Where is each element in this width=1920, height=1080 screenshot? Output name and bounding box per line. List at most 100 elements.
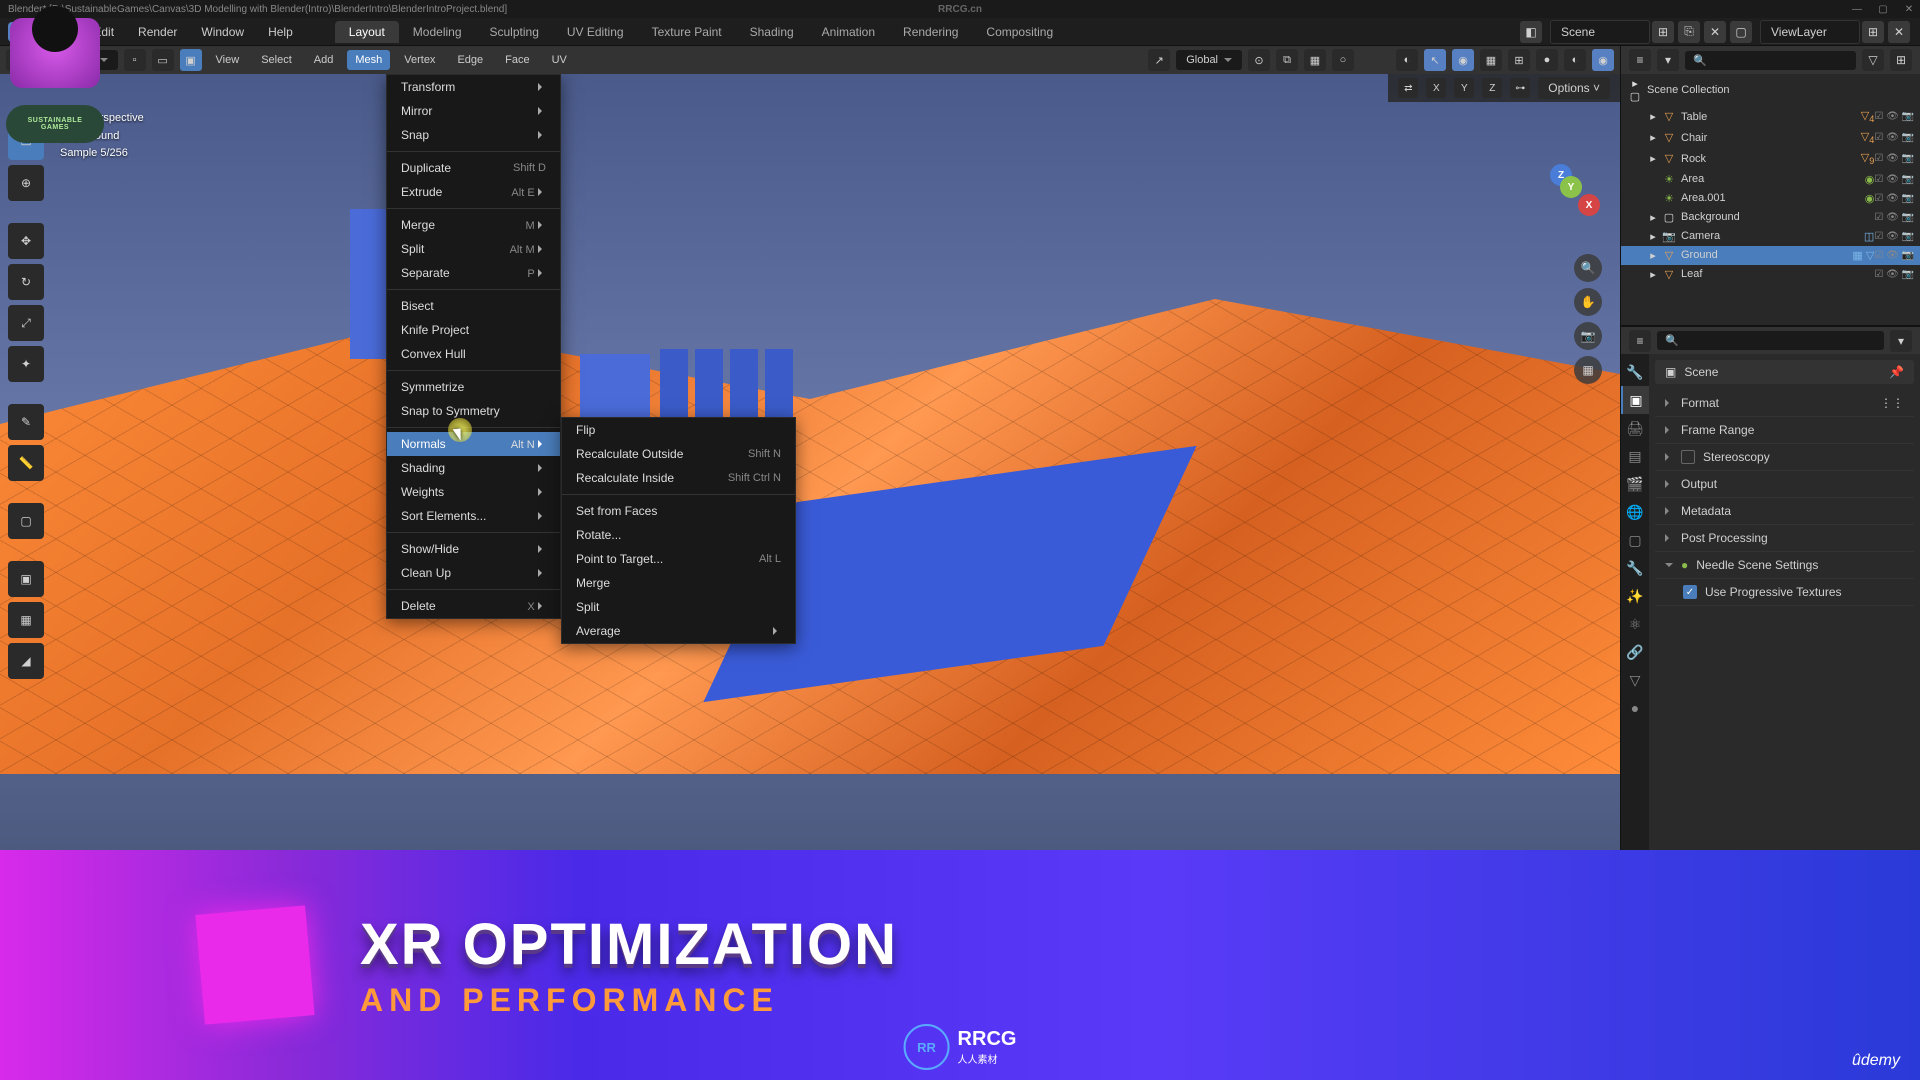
menu-merge[interactable]: MergeM [387,213,560,237]
select-edge-icon[interactable]: ▭ [152,49,174,71]
outliner-item-background[interactable]: ▸▢ Background ☑ 👁 📷 [1621,208,1920,227]
menu-help[interactable]: Help [256,21,305,43]
orientation-icon[interactable]: ↗ [1148,49,1170,71]
menu-snap-symmetry[interactable]: Snap to Symmetry [387,399,560,423]
outliner-type-icon[interactable]: ≡ [1629,49,1651,71]
mesh-edit-mode-icon[interactable]: ◐ [1396,49,1418,71]
proportional-icon[interactable]: ○ [1332,49,1354,71]
props-search[interactable]: 🔍 [1657,331,1884,350]
maximize-button[interactable]: ▢ [1876,4,1890,15]
prop-tab-particle[interactable]: ✨ [1621,582,1649,610]
submenu-recalc-inside[interactable]: Recalculate InsideShift Ctrl N [562,466,795,490]
axis-x[interactable]: X [1426,78,1446,98]
prop-progressive-textures[interactable]: ✓ Use Progressive Textures [1655,579,1914,606]
prop-section-framerange[interactable]: Frame Range [1655,417,1914,444]
hdr-uv[interactable]: UV [544,50,575,70]
ws-sculpting[interactable]: Sculpting [476,21,553,43]
menu-shading[interactable]: Shading [387,456,560,480]
hdr-mesh[interactable]: Mesh [347,50,390,70]
snap-icon[interactable]: ⧉ [1276,49,1298,71]
menu-convex-hull[interactable]: Convex Hull [387,342,560,366]
hdr-select[interactable]: Select [253,50,300,70]
prop-tab-data[interactable]: ▽ [1621,666,1649,694]
submenu-split[interactable]: Split [562,595,795,619]
menu-transform[interactable]: Transform [387,75,560,99]
prop-section-needle[interactable]: ●Needle Scene Settings [1655,552,1914,579]
select-vertex-icon[interactable]: ▫ [124,49,146,71]
zoom-icon[interactable]: 🔍 [1574,254,1602,282]
menu-show-hide[interactable]: Show/Hide [387,537,560,561]
menu-normals[interactable]: NormalsAlt N [387,432,560,456]
props-pin-icon[interactable]: ▾ [1890,330,1912,352]
outliner-scene-collection[interactable]: ▸ ▢ Scene Collection [1621,74,1920,106]
orientation-dropdown[interactable]: Global [1176,50,1242,70]
viewlayer-name-field[interactable]: ViewLayer [1760,20,1860,44]
menu-mirror[interactable]: Mirror [387,99,560,123]
perspective-icon[interactable]: ▦ [1574,356,1602,384]
outliner-new-collection-icon[interactable]: ⊞ [1890,49,1912,71]
shading-matprev-icon[interactable]: ◐ [1564,49,1586,71]
select-face-icon[interactable]: ▣ [180,49,202,71]
automerge-icon[interactable]: ⊶ [1510,78,1530,98]
tool-cursor[interactable]: ⊕ [8,165,44,201]
layer-delete-icon[interactable]: ✕ [1888,21,1910,43]
prop-tab-output[interactable]: 🖨 [1621,414,1649,442]
gizmo-y-axis[interactable]: Y [1560,176,1582,198]
props-context-header[interactable]: ▣Scene 📌 [1655,360,1914,384]
menu-symmetrize[interactable]: Symmetrize [387,375,560,399]
ws-texturepaint[interactable]: Texture Paint [638,21,736,43]
menu-snap[interactable]: Snap [387,123,560,147]
prop-tab-viewlayer[interactable]: ▤ [1621,442,1649,470]
tool-inset[interactable]: ▦ [8,602,44,638]
menu-extrude[interactable]: ExtrudeAlt E [387,180,560,204]
gizmo-x-axis[interactable]: X [1578,194,1600,216]
camera-view-icon[interactable]: 📷 [1574,322,1602,350]
axis-z[interactable]: Z [1482,78,1502,98]
ws-uvediting[interactable]: UV Editing [553,21,638,43]
ws-modeling[interactable]: Modeling [399,21,476,43]
close-button[interactable]: ✕ [1902,4,1916,15]
outliner-item-ground[interactable]: ▸▽ Ground ▦ ▽ ☑ 👁 📷 [1621,246,1920,265]
scene-name-field[interactable]: Scene [1550,20,1650,44]
ws-compositing[interactable]: Compositing [972,21,1067,43]
ws-rendering[interactable]: Rendering [889,21,972,43]
prop-tab-constraint[interactable]: 🔗 [1621,638,1649,666]
menu-bisect[interactable]: Bisect [387,294,560,318]
hdr-view[interactable]: View [208,50,248,70]
submenu-average[interactable]: Average [562,619,795,643]
minimize-button[interactable]: — [1850,4,1864,15]
mirror-icon[interactable]: ⇄ [1398,78,1418,98]
hdr-edge[interactable]: Edge [449,50,491,70]
submenu-merge[interactable]: Merge [562,571,795,595]
prop-tab-modifier[interactable]: 🔧 [1621,554,1649,582]
tool-move[interactable]: ✥ [8,223,44,259]
prop-section-postprocessing[interactable]: Post Processing [1655,525,1914,552]
submenu-point-to-target[interactable]: Point to Target...Alt L [562,547,795,571]
overlay-toggle-icon[interactable]: ◉ [1452,49,1474,71]
pivot-icon[interactable]: ⊙ [1248,49,1270,71]
tool-annotate[interactable]: ✎ [8,404,44,440]
layer-new-icon[interactable]: ⊞ [1862,21,1884,43]
scene-delete-icon[interactable]: ✕ [1704,21,1726,43]
menu-render[interactable]: Render [126,21,189,43]
menu-window[interactable]: Window [189,21,256,43]
options-dropdown[interactable]: Options ˅ [1538,77,1610,99]
menu-separate[interactable]: SeparateP [387,261,560,285]
outliner-filter-icon[interactable]: ▽ [1862,49,1884,71]
ws-animation[interactable]: Animation [808,21,889,43]
menu-sort-elements[interactable]: Sort Elements... [387,504,560,528]
submenu-set-from-faces[interactable]: Set from Faces [562,499,795,523]
prop-section-format[interactable]: Format⋮⋮ [1655,390,1914,417]
outliner-display-icon[interactable]: ▾ [1657,49,1679,71]
hdr-add[interactable]: Add [306,50,342,70]
prop-section-metadata[interactable]: Metadata [1655,498,1914,525]
prop-section-output[interactable]: Output [1655,471,1914,498]
snap-type-icon[interactable]: ▦ [1304,49,1326,71]
xray-icon[interactable]: ▦ [1480,49,1502,71]
submenu-recalc-outside[interactable]: Recalculate OutsideShift N [562,442,795,466]
scene-new-icon[interactable]: ⊞ [1652,21,1674,43]
menu-delete[interactable]: DeleteX [387,594,560,618]
prop-tab-object[interactable]: ▢ [1621,526,1649,554]
tool-measure[interactable]: 📏 [8,445,44,481]
ws-layout[interactable]: Layout [335,21,399,43]
